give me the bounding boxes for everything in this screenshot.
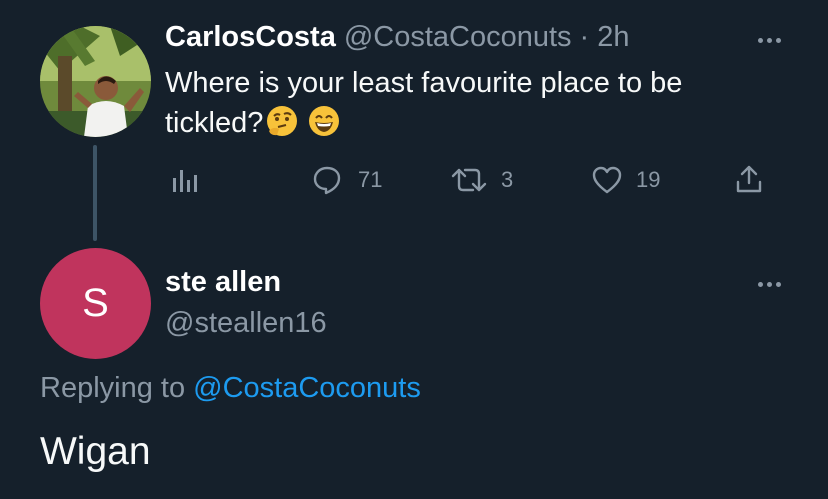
tweet-more-button[interactable]	[758, 38, 781, 43]
avatar-letter: S	[82, 281, 109, 325]
more-dot	[776, 38, 781, 43]
tweet-body: Where is your least favourite place to b…	[165, 63, 785, 149]
more-dot	[758, 282, 763, 287]
reply-author-name[interactable]: ste allen	[165, 266, 281, 299]
tweet-text: Where is your least favourite place to b…	[165, 67, 683, 139]
more-dot	[776, 282, 781, 287]
reply-text: Wigan	[40, 430, 151, 473]
retweet-icon	[451, 168, 487, 192]
more-dot	[767, 282, 772, 287]
analytics-button[interactable]	[170, 166, 198, 194]
reply-button[interactable]: 71	[312, 165, 382, 195]
profile-photo-icon	[40, 26, 151, 137]
reply-author-avatar[interactable]: S	[40, 248, 151, 359]
thinking-face-icon	[265, 104, 299, 149]
reply-count: 71	[358, 167, 383, 192]
tweet-author-handle[interactable]: @CostaCoconuts	[344, 21, 572, 54]
grinning-face-icon	[307, 104, 341, 149]
thread-connector	[93, 145, 97, 241]
share-button[interactable]	[734, 164, 764, 194]
replying-to-mention-link[interactable]: @CostaCoconuts	[193, 372, 421, 404]
analytics-icon	[173, 170, 197, 192]
more-dot	[767, 38, 772, 43]
header-separator: ·	[579, 21, 590, 53]
replying-to-line: Replying to @CostaCoconuts	[40, 372, 421, 405]
like-button[interactable]: 19	[592, 166, 660, 194]
heart-icon	[592, 166, 622, 194]
reply-author-handle[interactable]: @steallen16	[165, 307, 327, 340]
tweet-author-name[interactable]: CarlosCosta	[165, 21, 336, 54]
share-icon	[736, 165, 762, 193]
like-count: 19	[636, 167, 661, 192]
more-dot	[758, 38, 763, 43]
tweet-timestamp[interactable]: 2h	[597, 21, 629, 54]
tweet-thread: CarlosCosta @CostaCoconuts · 2h Where is…	[0, 0, 828, 499]
reply-more-button[interactable]	[758, 282, 781, 287]
reply-icon	[313, 166, 341, 195]
retweet-button[interactable]: 3	[451, 166, 513, 194]
retweet-count: 3	[501, 167, 514, 192]
tweet-header: CarlosCosta @CostaCoconuts · 2h	[165, 21, 629, 54]
replying-label: Replying to	[40, 372, 186, 404]
tweet-author-avatar[interactable]	[40, 26, 151, 137]
